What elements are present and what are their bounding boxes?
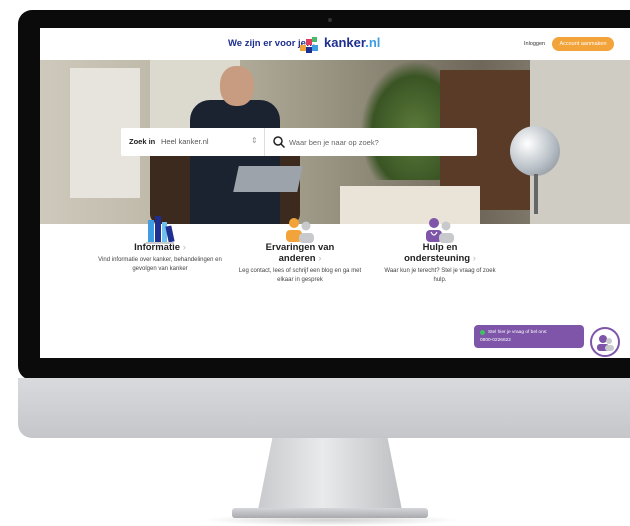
books-icon xyxy=(146,216,175,244)
search-scope-select[interactable]: Heel kanker.nl xyxy=(161,137,209,146)
brand-tld: .nl xyxy=(365,35,381,50)
online-status-icon xyxy=(480,330,485,335)
create-account-button[interactable]: Account aanmaken xyxy=(552,37,614,51)
chevron-right-icon: › xyxy=(472,253,476,264)
site-header: We zijn er voor je… kanker.nl Inloggen A… xyxy=(40,28,630,60)
login-link[interactable]: Inloggen xyxy=(524,41,545,47)
feature-ervaringen[interactable]: Ervaringen van anderen › Leg contact, lee… xyxy=(238,218,362,284)
lamp-stand xyxy=(534,174,538,214)
brand-logo-text[interactable]: kanker.nl xyxy=(324,35,380,50)
monitor-stand xyxy=(258,438,402,510)
chat-prompt[interactable]: Stel hier je vraag of bel ons: 0800-0226… xyxy=(474,325,584,348)
person-body xyxy=(190,100,280,224)
chat-avatar-icon[interactable] xyxy=(590,327,620,357)
search-icon[interactable] xyxy=(272,135,286,149)
chevron-updown-icon[interactable]: ⇕ xyxy=(251,136,258,145)
feature-informatie[interactable]: Informatie › Vind informatie over kanker… xyxy=(98,216,222,273)
monitor-chin xyxy=(18,378,630,438)
website-screen: We zijn er voor je… kanker.nl Inloggen A… xyxy=(40,28,630,358)
people-icon xyxy=(286,218,314,243)
kanker-logo-icon[interactable] xyxy=(298,35,320,53)
search-scope-label: Zoek in xyxy=(129,137,156,146)
search-divider xyxy=(264,128,265,156)
table xyxy=(340,186,480,224)
search-input[interactable] xyxy=(289,134,469,150)
feature-hulp[interactable]: Hulp en ondersteuning › Waar kun je terec… xyxy=(378,218,502,284)
chevron-right-icon: › xyxy=(318,253,322,264)
feature-description: Waar kun je terecht? Stel je vraag of zo… xyxy=(384,268,496,283)
search-bar: Zoek in Heel kanker.nl ⇕ xyxy=(121,128,477,156)
support-agent-icon xyxy=(597,335,614,351)
feature-description: Vind informatie over kanker, behandeling… xyxy=(98,257,222,272)
globe-lamp xyxy=(510,126,560,176)
doctor-icon xyxy=(426,218,454,243)
chevron-right-icon: › xyxy=(182,242,186,253)
chat-phone-number: 0800-0226622 xyxy=(480,338,511,343)
brand-name: kanker xyxy=(324,35,366,50)
feature-title-line2: anderen xyxy=(278,253,316,264)
feature-title-line2: ondersteuning xyxy=(404,253,471,264)
laptop xyxy=(233,166,303,192)
monitor-foot xyxy=(232,508,428,518)
chat-prompt-text: Stel hier je vraag of bel ons: xyxy=(488,330,548,335)
feature-description: Leg contact, lees of schrijf een blog en… xyxy=(238,268,362,283)
person-head xyxy=(220,66,254,106)
imac-mockup: We zijn er voor je… kanker.nl Inloggen A… xyxy=(0,0,630,526)
camera-dot xyxy=(328,18,332,22)
